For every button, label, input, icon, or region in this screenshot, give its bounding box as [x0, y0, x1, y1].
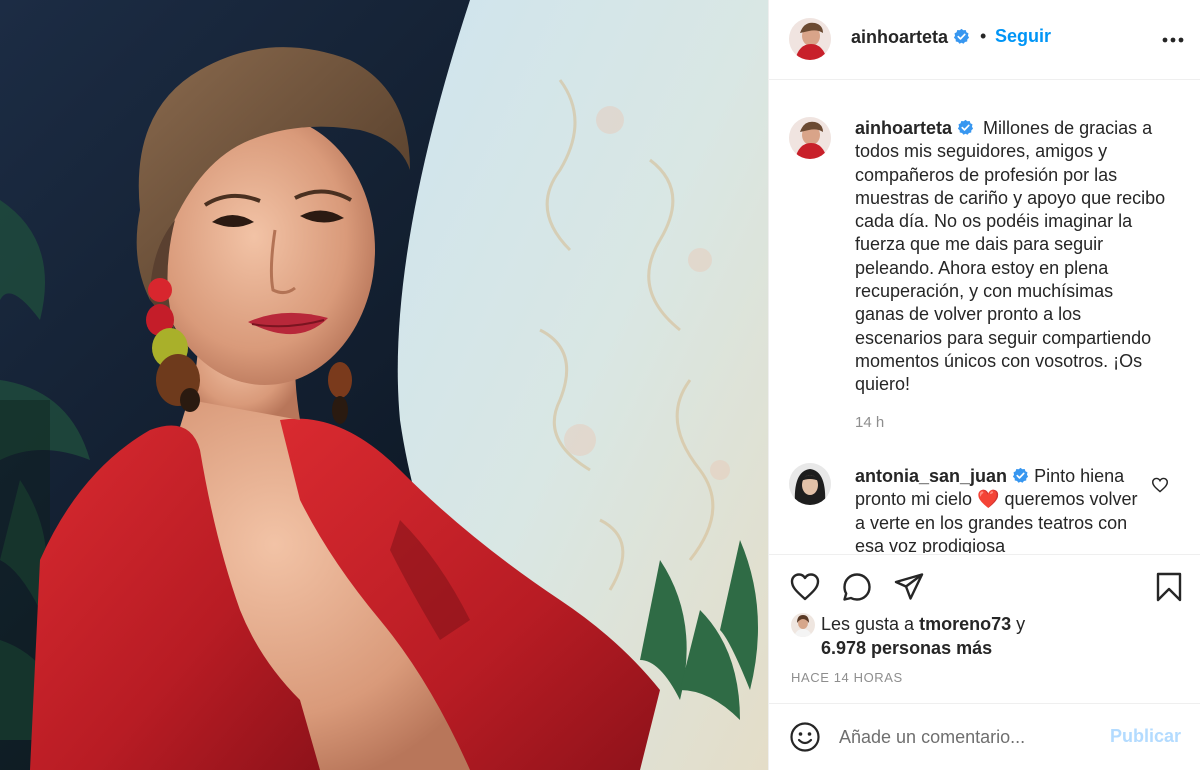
bookmark-icon[interactable] — [1153, 571, 1185, 603]
verified-badge-icon — [957, 119, 974, 135]
likes-prefix: Les gusta a — [821, 614, 920, 634]
header-separator: • — [980, 26, 987, 46]
caption-text: Millones de gracias a todos mis seguidor… — [855, 118, 1166, 395]
paper-plane-icon[interactable] — [893, 571, 925, 603]
likes-connector: y — [1011, 614, 1026, 634]
post-header: ainhoarteta • Seguir — [769, 0, 1200, 80]
author-username-text[interactable]: ainhoarteta — [851, 27, 948, 47]
post-timestamp[interactable]: HACE 14 HORAS — [791, 670, 903, 685]
liker-username[interactable]: tmoreno73 — [919, 614, 1011, 634]
likes-summary: Les gusta a tmoreno73 y 6.978 personas m… — [821, 612, 1181, 660]
caption-time[interactable]: 14 h — [855, 414, 884, 431]
add-comment-bar: Publicar — [769, 703, 1200, 770]
smiley-icon[interactable] — [789, 721, 821, 753]
comment-username-text[interactable]: antonia_san_juan — [855, 466, 1007, 486]
comment-avatar[interactable] — [789, 463, 831, 505]
publish-button[interactable]: Publicar — [1110, 726, 1181, 747]
heart-icon[interactable] — [789, 571, 821, 603]
verified-badge-icon — [953, 28, 970, 44]
comment-item: antonia_san_juan Pinto hiena pronto mi c… — [855, 465, 1145, 553]
comment-like-heart-icon[interactable] — [1151, 477, 1169, 493]
liker-avatar[interactable] — [791, 613, 815, 637]
caption-username-text[interactable]: ainhoarteta — [855, 118, 952, 138]
comment-username[interactable]: antonia_san_juan — [855, 466, 1029, 486]
post-image[interactable] — [0, 0, 768, 770]
caption-username[interactable]: ainhoarteta — [855, 118, 974, 138]
comment-input[interactable] — [839, 720, 1099, 754]
author-username[interactable]: ainhoarteta — [851, 27, 970, 48]
post-caption: ainhoarteta Millones de gracias a todos … — [855, 117, 1167, 397]
follow-button[interactable]: Seguir — [995, 26, 1051, 47]
caption-avatar[interactable] — [789, 117, 831, 159]
post-panel: ainhoarteta • Seguir ainhoarteta Millone… — [768, 0, 1200, 770]
likes-others-link[interactable]: 6.978 personas más — [821, 638, 992, 658]
post-actions — [769, 554, 1200, 609]
verified-badge-icon — [1012, 467, 1029, 483]
comment-icon[interactable] — [841, 571, 873, 603]
author-avatar[interactable] — [789, 18, 831, 60]
comments-list[interactable]: ainhoarteta Millones de gracias a todos … — [769, 81, 1200, 553]
more-horizontal-icon[interactable] — [1161, 30, 1185, 50]
